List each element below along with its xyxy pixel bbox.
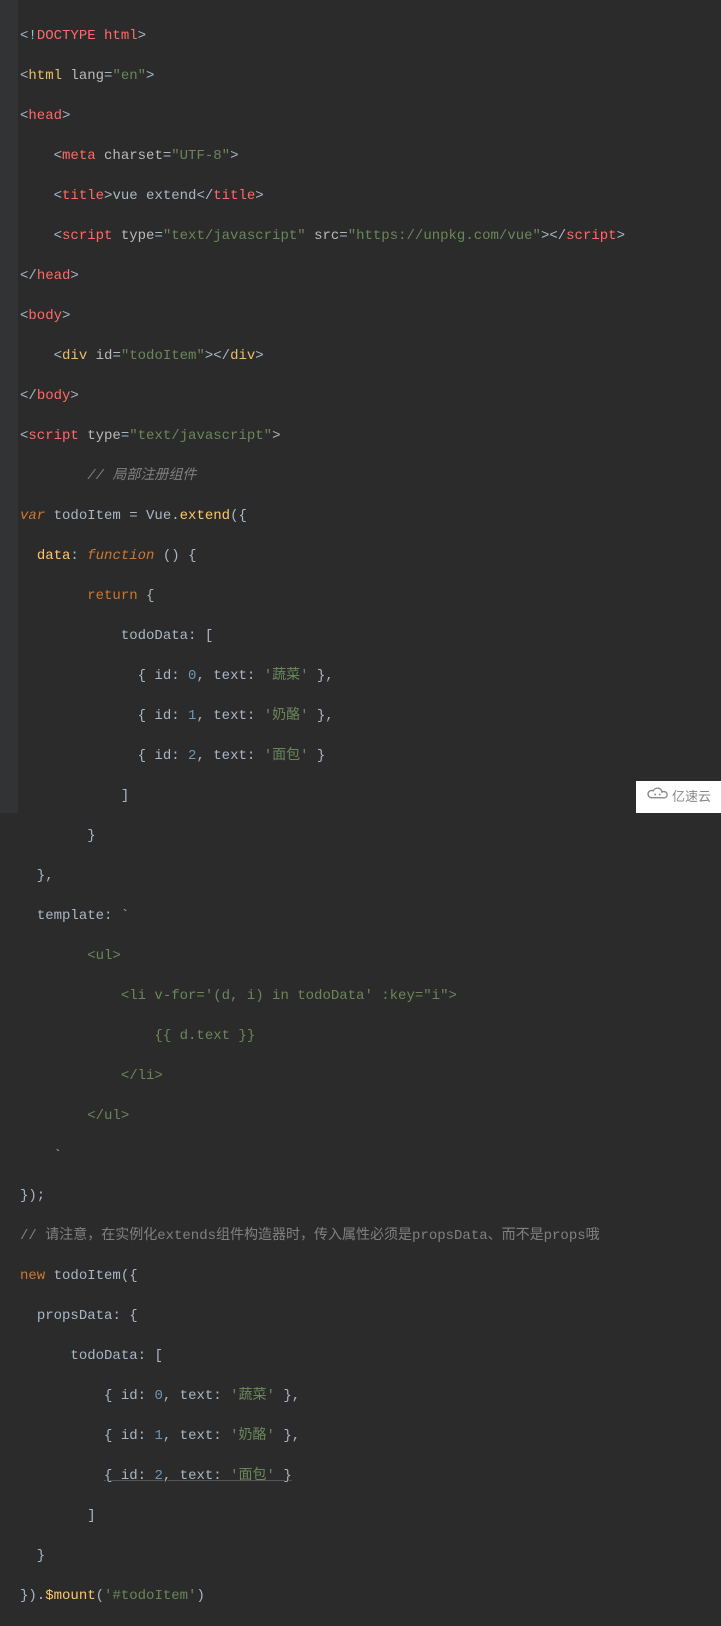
code-line: // 请注意，在实例化extends组件构造器时，传入属性必须是propsDat… <box>20 1226 625 1246</box>
code-line: var todoItem = Vue.extend({ <box>20 506 625 526</box>
code-line: { id: 1, text: '奶酪' }, <box>20 1426 625 1446</box>
code-line: <head> <box>20 106 625 126</box>
watermark-text: 亿速云 <box>672 787 711 807</box>
cloud-icon <box>646 787 668 807</box>
code-line: <html lang="en"> <box>20 66 625 86</box>
code-line: { id: 0, text: '蔬菜' }, <box>20 1386 625 1406</box>
code-line: <div id="todoItem"></div> <box>20 346 625 366</box>
code-line: <ul> <box>20 946 625 966</box>
code-line: ] <box>20 1506 625 1526</box>
code-line: }); <box>20 1186 625 1206</box>
code-line: { id: 2, text: '面包' } <box>20 1466 625 1486</box>
code-line: return { <box>20 586 625 606</box>
code-line: {{ d.text }} <box>20 1026 625 1046</box>
code-line: todoData: [ <box>20 626 625 646</box>
watermark-badge: 亿速云 <box>636 781 721 813</box>
code-line: <body> <box>20 306 625 326</box>
code-line: { id: 2, text: '面包' } <box>20 746 625 766</box>
code-line: <meta charset="UTF-8"> <box>20 146 625 166</box>
code-line: }, <box>20 866 625 886</box>
code-line: </ul> <box>20 1106 625 1126</box>
code-line: { id: 0, text: '蔬菜' }, <box>20 666 625 686</box>
code-line: <!DOCTYPE html> <box>20 26 625 46</box>
code-line: } <box>20 826 625 846</box>
code-line: <script type="text/javascript"> <box>20 426 625 446</box>
code-line: propsData: { <box>20 1306 625 1326</box>
code-line: // 局部注册组件 <box>20 466 625 486</box>
code-line: { id: 1, text: '奶酪' }, <box>20 706 625 726</box>
code-line: } <box>20 1546 625 1566</box>
code-editor-content[interactable]: <!DOCTYPE html> <html lang="en"> <head> … <box>18 0 625 1626</box>
code-line: <li v-for='(d, i) in todoData' :key="i"> <box>20 986 625 1006</box>
code-line: new todoItem({ <box>20 1266 625 1286</box>
code-line: ] <box>20 786 625 806</box>
code-line: </head> <box>20 266 625 286</box>
code-line: todoData: [ <box>20 1346 625 1366</box>
editor-gutter <box>0 0 18 813</box>
code-line: }).$mount('#todoItem') <box>20 1586 625 1606</box>
code-line: ` <box>20 1146 625 1166</box>
code-line: </li> <box>20 1066 625 1086</box>
code-line: <title>vue extend</title> <box>20 186 625 206</box>
code-line: data: function () { <box>20 546 625 566</box>
code-line: <script type="text/javascript" src="http… <box>20 226 625 246</box>
code-line: template: ` <box>20 906 625 926</box>
code-line: </body> <box>20 386 625 406</box>
